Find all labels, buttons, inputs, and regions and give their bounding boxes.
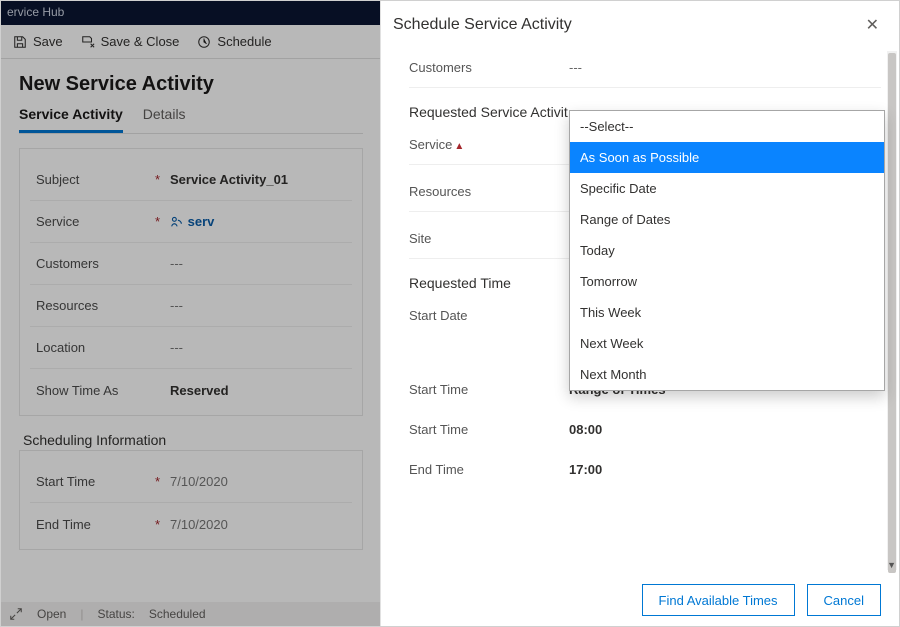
panel-divider bbox=[409, 87, 881, 88]
dropdown-option[interactable]: Range of Dates bbox=[570, 204, 884, 235]
panel-title: Schedule Service Activity bbox=[393, 16, 572, 34]
panel-customers-label: Customers bbox=[409, 60, 569, 75]
dropdown-option[interactable]: This Week bbox=[570, 297, 884, 328]
panel-row-end-time: End Time 17:00 bbox=[409, 449, 881, 489]
dropdown-option[interactable]: Today bbox=[570, 235, 884, 266]
panel-starttime2-value[interactable]: 08:00 bbox=[569, 422, 881, 437]
schedule-panel: Schedule Service Activity ✕ ▼ Customers … bbox=[380, 1, 899, 626]
panel-service-label: Service▲ bbox=[409, 137, 569, 152]
panel-endtime-label: End Time bbox=[409, 462, 569, 477]
panel-row-start-time-2: Start Time 08:00 bbox=[409, 409, 881, 449]
panel-startdate-label: Start Date bbox=[409, 308, 569, 323]
panel-customers-value[interactable]: --- bbox=[569, 60, 881, 75]
dropdown-option[interactable]: Tomorrow bbox=[570, 266, 884, 297]
panel-site-label: Site bbox=[409, 231, 569, 246]
panel-starttime-label: Start Time bbox=[409, 382, 569, 397]
panel-header: Schedule Service Activity ✕ bbox=[381, 1, 899, 47]
panel-starttime2-label: Start Time bbox=[409, 422, 569, 437]
required-badge: ▲ bbox=[454, 141, 464, 152]
close-button[interactable]: ✕ bbox=[862, 11, 883, 39]
panel-endtime-value[interactable]: 17:00 bbox=[569, 462, 881, 477]
panel-footer: Find Available Times Cancel bbox=[381, 574, 899, 626]
panel-scrollbar[interactable] bbox=[887, 51, 897, 570]
scrollbar-thumb[interactable] bbox=[888, 53, 896, 573]
dropdown-option[interactable]: As Soon as Possible bbox=[570, 142, 884, 173]
scrollbar-down-arrow[interactable]: ▼ bbox=[887, 560, 896, 570]
dropdown-option[interactable]: --Select-- bbox=[570, 111, 884, 142]
dropdown-option[interactable]: Next Month bbox=[570, 359, 884, 390]
panel-body: ▼ Customers --- Requested Service Activi… bbox=[381, 47, 899, 574]
panel-row-customers: Customers --- bbox=[409, 47, 881, 87]
find-available-times-button[interactable]: Find Available Times bbox=[642, 584, 795, 616]
panel-resources-label: Resources bbox=[409, 184, 569, 199]
dropdown-option[interactable]: Specific Date bbox=[570, 173, 884, 204]
modal-backdrop bbox=[1, 1, 381, 626]
cancel-button[interactable]: Cancel bbox=[807, 584, 881, 616]
close-icon: ✕ bbox=[866, 17, 879, 34]
start-date-dropdown[interactable]: --Select--As Soon as PossibleSpecific Da… bbox=[569, 110, 885, 391]
dropdown-option[interactable]: Next Week bbox=[570, 328, 884, 359]
